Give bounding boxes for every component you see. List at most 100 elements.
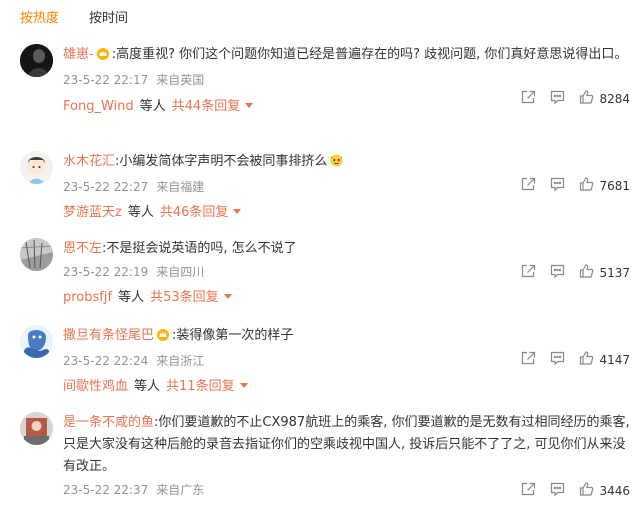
thumbs-up-icon xyxy=(579,177,594,195)
comment-time: 23-5-22 22:24 xyxy=(63,354,149,368)
share-icon xyxy=(521,177,536,195)
like-button[interactable]: 8284 xyxy=(579,90,630,108)
comment-icon xyxy=(550,482,565,500)
reply-mid-text: 等人 xyxy=(139,99,166,114)
comment-location: 来自广东 xyxy=(156,483,205,497)
reply-total-label: 共53条回复 xyxy=(150,290,219,305)
tab-by-hot[interactable]: 按热度 xyxy=(20,10,59,28)
comment-location: 来自四川 xyxy=(156,265,205,279)
comment-location: 来自浙江 xyxy=(156,354,205,368)
like-count: 8284 xyxy=(599,92,630,106)
avatar[interactable] xyxy=(20,238,53,271)
share-button[interactable] xyxy=(521,264,536,282)
comment-button[interactable] xyxy=(550,177,565,195)
comment-item: 撒旦有条怪尾巴 :装得像第一次的样子 23-5-22 22:24 来自浙江 414… xyxy=(20,325,630,400)
reply-summary: 梦游蓝天z 等人 共46条回复 xyxy=(63,203,630,223)
reply-mid-text: 等人 xyxy=(127,205,154,220)
like-count: 7681 xyxy=(599,179,630,193)
caret-down-icon xyxy=(233,209,242,214)
comment-icon xyxy=(550,264,565,282)
comment-icon xyxy=(550,90,565,108)
username[interactable]: 撒旦有条怪尾巴 xyxy=(63,328,154,343)
like-count: 3446 xyxy=(599,484,630,498)
username[interactable]: 是一条不咸的鱼 xyxy=(63,415,154,430)
comment-item: 雄崽- :高度重视? 你们这个问题你知道已经是普遍存在的吗? 歧视问题, 你们真好… xyxy=(20,44,630,139)
username[interactable]: 雄崽- xyxy=(63,47,94,62)
comment-content: :不是挺会说英语的吗, 怎么不说了 xyxy=(102,241,297,256)
reply-total-button[interactable]: 共44条回复 xyxy=(172,99,254,114)
comment-actions: 4147 xyxy=(507,351,630,369)
comment-text: 雄崽- :高度重视? 你们这个问题你知道已经是普遍存在的吗? 歧视问题, 你们真好… xyxy=(63,44,630,68)
share-icon xyxy=(521,482,536,500)
comment-actions: 7681 xyxy=(507,177,630,195)
comment-actions: 3446 xyxy=(507,482,630,500)
comment-icon xyxy=(550,351,565,369)
share-button[interactable] xyxy=(521,177,536,195)
reply-summary: 间歇性鸡血 等人 共11条回复 xyxy=(63,377,630,397)
share-icon xyxy=(521,351,536,369)
like-button[interactable]: 7681 xyxy=(579,177,630,195)
username[interactable]: 恩不左 xyxy=(63,241,102,256)
emoji-icon xyxy=(329,153,344,175)
like-button[interactable]: 4147 xyxy=(579,351,630,369)
comment-location: 来自福建 xyxy=(156,180,205,194)
reply-total-label: 共46条回复 xyxy=(159,205,229,220)
share-icon xyxy=(521,90,536,108)
comment-text: 恩不左:不是挺会说英语的吗, 怎么不说了 xyxy=(63,238,630,260)
comment-item: 恩不左:不是挺会说英语的吗, 怎么不说了 23-5-22 22:19 来自四川 … xyxy=(20,238,630,313)
comment-time: 23-5-22 22:19 xyxy=(63,265,149,279)
comment-text: 水木花汇:小编发简体字声明不会被同事排挤么 xyxy=(63,151,630,175)
like-count: 5137 xyxy=(599,266,630,280)
avatar[interactable] xyxy=(20,151,53,184)
thumbs-up-icon xyxy=(579,351,594,369)
like-count: 4147 xyxy=(599,353,630,367)
caret-down-icon xyxy=(245,103,254,108)
crown-icon xyxy=(156,327,170,349)
comment-text: 撒旦有条怪尾巴 :装得像第一次的样子 xyxy=(63,325,630,349)
comment-time: 23-5-22 22:27 xyxy=(63,180,149,194)
comment-content: :小编发简体字声明不会被同事排挤么 xyxy=(115,154,328,169)
reply-user[interactable]: probsfjf xyxy=(63,290,112,305)
share-button[interactable] xyxy=(521,351,536,369)
comment-button[interactable] xyxy=(550,482,565,500)
comment-button[interactable] xyxy=(550,351,565,369)
comment-actions: 8284 xyxy=(507,90,630,108)
avatar[interactable] xyxy=(20,412,53,445)
comment-icon xyxy=(550,177,565,195)
avatar[interactable] xyxy=(20,44,53,77)
reply-total-button[interactable]: 共46条回复 xyxy=(160,205,242,220)
reply-summary: probsfjf 等人 共53条回复 xyxy=(63,288,630,308)
comment-content: :高度重视? 你们这个问题你知道已经是普遍存在的吗? 歧视问题, 你们真好意思说… xyxy=(111,47,628,62)
thumbs-up-icon xyxy=(579,90,594,108)
comment-time: 23-5-22 22:17 xyxy=(63,73,149,87)
sort-tabs: 按热度 按时间 xyxy=(20,10,128,28)
comment-button[interactable] xyxy=(550,90,565,108)
reply-total-label: 共44条回复 xyxy=(171,99,241,114)
avatar[interactable] xyxy=(20,325,53,358)
reply-mid-text: 等人 xyxy=(118,290,145,305)
share-button[interactable] xyxy=(521,90,536,108)
comment-button[interactable] xyxy=(550,264,565,282)
reply-user[interactable]: 梦游蓝天z xyxy=(63,205,122,220)
caret-down-icon xyxy=(239,383,248,388)
thumbs-up-icon xyxy=(579,264,594,282)
comment-location: 来自英国 xyxy=(156,73,205,87)
comment-item: 水木花汇:小编发简体字声明不会被同事排挤么 23-5-22 22:27 来自福建… xyxy=(20,151,630,226)
comment-actions: 5137 xyxy=(507,264,630,282)
reply-user[interactable]: 间歇性鸡血 xyxy=(63,379,128,394)
share-icon xyxy=(521,264,536,282)
like-button[interactable]: 5137 xyxy=(579,264,630,282)
reply-total-button[interactable]: 共11条回复 xyxy=(166,379,248,394)
comment-item: 是一条不咸的鱼:你们要道歉的不止CX987航班上的乘客, 你们要道歉的是无数有过… xyxy=(20,412,630,510)
reply-user[interactable]: Fong_Wind xyxy=(63,99,134,114)
comment-meta: 23-5-22 22:17 来自英国 xyxy=(63,71,630,89)
like-button[interactable]: 3446 xyxy=(579,482,630,500)
share-button[interactable] xyxy=(521,482,536,500)
comment-content: :装得像第一次的样子 xyxy=(172,328,294,343)
crown-icon xyxy=(96,46,110,68)
tab-by-time[interactable]: 按时间 xyxy=(89,10,128,28)
username[interactable]: 水木花汇 xyxy=(63,154,115,169)
caret-down-icon xyxy=(223,294,232,299)
reply-total-button[interactable]: 共53条回复 xyxy=(150,290,232,305)
comment-time: 23-5-22 22:37 xyxy=(63,483,149,497)
